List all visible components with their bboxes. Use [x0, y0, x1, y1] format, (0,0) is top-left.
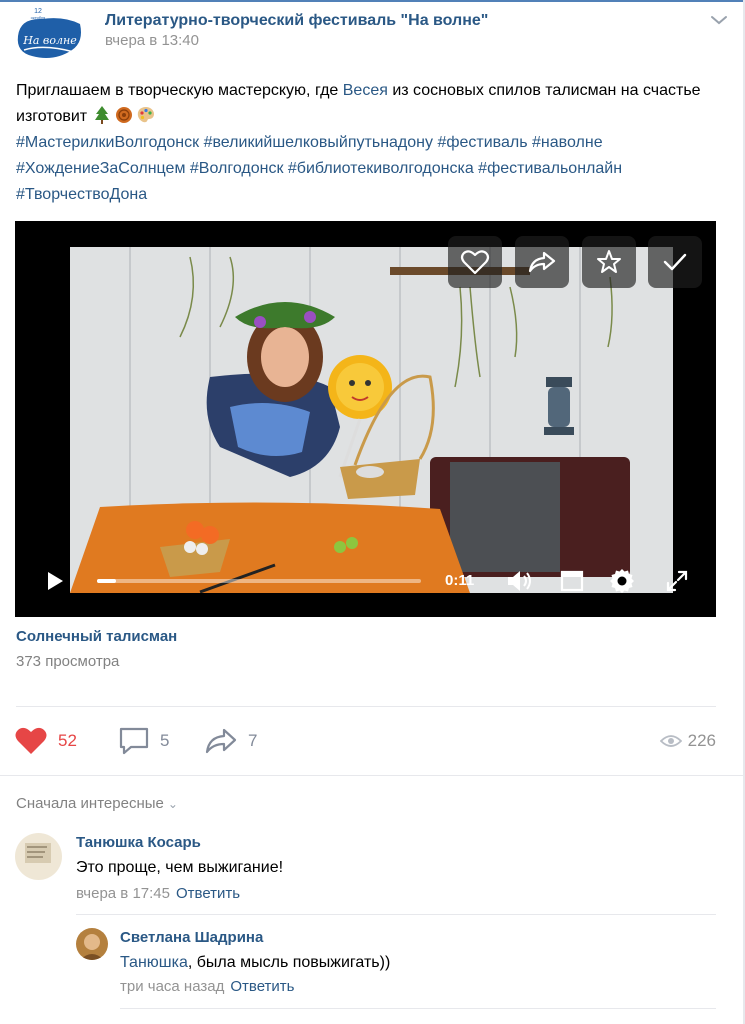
- divider: [0, 775, 743, 776]
- chevron-down-icon: ⌄: [167, 797, 178, 811]
- volume-icon[interactable]: [504, 565, 536, 597]
- divider: [120, 1008, 716, 1009]
- video-player[interactable]: 0:11: [15, 221, 716, 617]
- hashtag-link[interactable]: #Волгодонск: [190, 160, 284, 177]
- divider: [76, 914, 716, 915]
- post-menu-chevron-icon[interactable]: [708, 12, 730, 28]
- comment-meta: вчера в 17:45 Ответить: [76, 885, 240, 902]
- logo-text: На волне: [22, 34, 77, 47]
- share-button[interactable]: 7: [204, 722, 257, 760]
- like-button[interactable]: 52: [14, 722, 77, 760]
- group-name-link[interactable]: Литературно-творческий фестиваль "На вол…: [105, 12, 488, 30]
- hashtag-link[interactable]: #великийшелковыйпутьнадону: [204, 134, 433, 151]
- mini-player-icon[interactable]: [556, 565, 588, 597]
- wood-slice-emoji-icon: [114, 105, 134, 125]
- comment-avatar[interactable]: [15, 833, 62, 880]
- like-count: 52: [58, 731, 77, 750]
- comment-bubble-icon: [119, 727, 149, 755]
- heart-icon: [15, 727, 47, 754]
- comment-button[interactable]: 5: [118, 722, 169, 760]
- share-count: 7: [248, 731, 258, 750]
- tree-emoji-icon: [92, 105, 112, 125]
- hashtag-link[interactable]: #МастерилкиВолгодонск: [16, 134, 199, 151]
- comment-author-link[interactable]: Танюшка Косарь: [76, 834, 201, 851]
- post-time[interactable]: вчера в 13:40: [105, 32, 199, 49]
- post-views: 226: [659, 722, 716, 760]
- hashtag-link[interactable]: #фестивальонлайн: [478, 160, 622, 177]
- reply-author-link[interactable]: Светлана Шадрина: [120, 929, 263, 946]
- like-video-button[interactable]: [448, 236, 502, 288]
- share-arrow-icon: [205, 728, 237, 754]
- progress-bar-fill: [97, 579, 117, 583]
- reply-button[interactable]: Ответить: [176, 885, 240, 902]
- hashtag-link[interactable]: #библиотекиволгодонска: [288, 160, 474, 177]
- progress-bar[interactable]: [97, 579, 421, 583]
- hashtag-link[interactable]: #фестиваль: [437, 134, 527, 151]
- video-title-link[interactable]: Солнечный талисман: [16, 628, 177, 645]
- reply-avatar[interactable]: [76, 928, 108, 960]
- add-to-favorites-button[interactable]: [582, 236, 636, 288]
- hashtag-list: #МастерилкиВолгодонск #великийшелковыйпу…: [16, 134, 622, 203]
- reply-text: Танюшка, была мысль повыжигать)): [120, 954, 390, 972]
- reply-meta: три часа назад Ответить: [120, 978, 294, 995]
- comment-time[interactable]: вчера в 17:45: [76, 885, 170, 902]
- group-avatar[interactable]: На волне 12 октября: [14, 6, 86, 64]
- palette-emoji-icon: [136, 105, 156, 125]
- comments-sort-label: Сначала интересные: [16, 795, 164, 812]
- settings-gear-icon[interactable]: [606, 565, 638, 597]
- comment-text: Это проще, чем выжигание!: [76, 859, 284, 876]
- hashtag-link[interactable]: #ХождениеЗаСолнцем: [16, 160, 185, 177]
- play-icon[interactable]: [39, 565, 71, 597]
- top-accent-line: [0, 0, 745, 2]
- mention-link[interactable]: Весея: [343, 82, 388, 99]
- views-count: 226: [687, 731, 716, 750]
- reply-text-body: , была мысль повыжигать)): [187, 954, 391, 971]
- logo-date-day: 12: [34, 8, 42, 15]
- post-header: На волне 12 октября Литературно-творческ…: [14, 6, 734, 64]
- divider: [16, 706, 716, 707]
- video-views-count: 373 просмотра: [16, 653, 120, 670]
- comment-count: 5: [160, 731, 170, 750]
- reply-time[interactable]: три часа назад: [120, 978, 224, 995]
- post-text: Приглашаем в творческую мастерскую, где …: [16, 78, 716, 208]
- fullscreen-icon[interactable]: [661, 565, 693, 597]
- comments-sort-dropdown[interactable]: Сначала интересные ⌄: [16, 795, 178, 812]
- post-text-intro: Приглашаем в творческую мастерскую, где: [16, 82, 343, 99]
- eye-icon: [659, 735, 682, 747]
- hashtag-link[interactable]: #ТворчествоДона: [16, 186, 147, 203]
- reply-mention-link[interactable]: Танюшка: [120, 954, 188, 971]
- logo-date-month: октября: [31, 15, 46, 20]
- video-controls: 0:11: [15, 557, 716, 617]
- video-current-time: 0:11: [445, 572, 475, 589]
- reply-button[interactable]: Ответить: [230, 978, 294, 995]
- post-actions-bar: 52 5 7 226: [14, 722, 718, 762]
- add-to-my-videos-button[interactable]: [648, 236, 702, 288]
- video-frame: [70, 247, 673, 593]
- hashtag-link[interactable]: #наволне: [532, 134, 603, 151]
- share-video-button[interactable]: [515, 236, 569, 288]
